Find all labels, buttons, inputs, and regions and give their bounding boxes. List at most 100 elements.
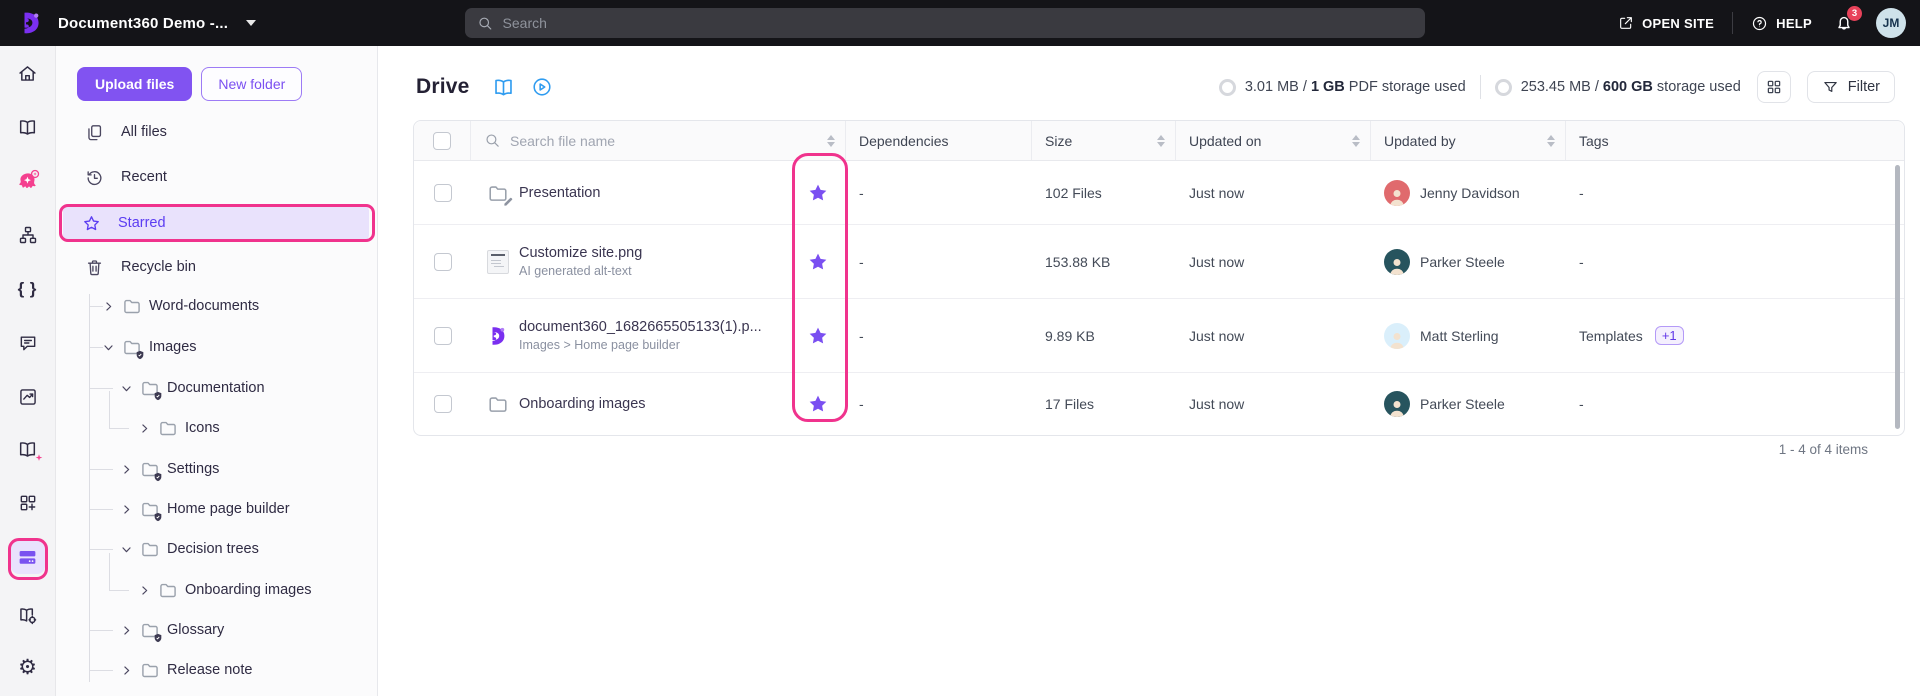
tags-column-header: Tags — [1579, 132, 1609, 149]
chevron-down-icon[interactable] — [120, 382, 133, 395]
brand[interactable]: Document360 Demo -... — [0, 10, 257, 36]
row-checkbox[interactable] — [433, 252, 452, 271]
row-checkbox[interactable] — [433, 183, 452, 202]
folder-icon — [486, 393, 510, 415]
tree-item-label: Decision trees — [167, 541, 259, 557]
tree-item-icons[interactable]: Icons — [56, 410, 373, 446]
sidebar-item-starred[interactable]: Starred — [63, 205, 369, 241]
user-avatar[interactable]: JM — [1876, 8, 1906, 38]
widgets-icon[interactable] — [11, 486, 45, 520]
notifications-button[interactable]: 3 — [1834, 6, 1862, 33]
tree-item-home-page-builder[interactable]: Home page builder — [56, 491, 373, 527]
tree-item-release-note[interactable]: Release note — [56, 652, 373, 688]
analytics-icon[interactable] — [11, 380, 45, 414]
folder-edit-icon — [486, 182, 510, 204]
project-title[interactable]: Document360 Demo -... — [58, 15, 228, 32]
size-value: 153.88 KB — [1045, 253, 1111, 270]
external-link-icon — [1618, 15, 1634, 31]
table-row[interactable]: Presentation - 102 Files Just now Jenny … — [414, 161, 1904, 225]
feedback-icon[interactable] — [11, 326, 45, 360]
grid-view-button[interactable] — [1756, 71, 1791, 103]
table-row[interactable]: Customize site.png AI generated alt-text … — [414, 225, 1904, 299]
chevron-down-icon[interactable] — [246, 20, 257, 26]
file-name-column-header[interactable] — [471, 121, 846, 160]
knowledge-base-settings-icon[interactable] — [11, 598, 45, 632]
tree-item-onboarding-images[interactable]: Onboarding images — [56, 572, 373, 608]
row-checkbox[interactable] — [433, 326, 452, 345]
starred-icon[interactable] — [807, 182, 829, 204]
video-tutorial-icon[interactable] — [531, 76, 553, 98]
documentation-ai-icon[interactable] — [11, 432, 45, 466]
open-site-button[interactable]: OPEN SITE — [1618, 15, 1714, 31]
chevron-right-icon[interactable] — [120, 503, 133, 516]
file-name[interactable]: Presentation — [519, 185, 600, 201]
row-checkbox[interactable] — [433, 395, 452, 413]
sidebar-item-recycle-bin[interactable]: Recycle bin — [66, 249, 367, 285]
shield-icon — [153, 633, 163, 643]
file-search-input[interactable] — [510, 132, 818, 149]
global-search[interactable] — [465, 8, 1425, 38]
tags-more-badge[interactable]: +1 — [1654, 326, 1684, 345]
starred-icon[interactable] — [807, 325, 829, 347]
home-icon[interactable] — [11, 56, 45, 90]
table-row[interactable]: document360_1682665505133(1).p... Images … — [414, 299, 1904, 373]
divider — [1479, 75, 1481, 99]
global-search-input[interactable] — [502, 15, 1413, 31]
table-scrollbar[interactable] — [1895, 165, 1900, 429]
storage-ring-icon — [1494, 78, 1512, 96]
chevron-down-icon[interactable] — [120, 543, 133, 556]
chevron-right-icon[interactable] — [102, 300, 115, 313]
updated-on-value: Just now — [1189, 327, 1245, 344]
pdf-storage-usage: 3.01 MB / 1 GB PDF storage used — [1218, 78, 1466, 96]
chevron-right-icon[interactable] — [120, 463, 133, 476]
size-column-header[interactable]: Size — [1032, 121, 1176, 160]
updated-by-value: Matt Sterling — [1420, 327, 1499, 344]
chevron-right-icon[interactable] — [138, 422, 151, 435]
knowledge-base-icon[interactable] — [11, 110, 45, 144]
sort-updated-on[interactable] — [1352, 134, 1360, 147]
updated-on-column-header[interactable]: Updated on — [1176, 121, 1371, 160]
file-name[interactable]: document360_1682665505133(1).p... — [519, 319, 762, 335]
icon-rail: { } ⚙ — [0, 46, 56, 696]
chevron-right-icon[interactable] — [120, 624, 133, 637]
starred-icon[interactable] — [807, 251, 829, 273]
sort-file-name[interactable] — [827, 134, 835, 147]
tree-item-word-documents[interactable]: Word-documents — [56, 288, 373, 324]
chevron-right-icon[interactable] — [138, 584, 151, 597]
updated-by-value: Parker Steele — [1420, 253, 1505, 270]
api-docs-icon[interactable]: { } — [11, 272, 45, 306]
history-icon — [85, 168, 104, 187]
sidebar-item-recent[interactable]: Recent — [66, 159, 367, 195]
file-name[interactable]: Onboarding images — [519, 396, 646, 412]
sidebar-item-all-files[interactable]: All files — [66, 114, 367, 150]
eddy-ai-icon[interactable] — [11, 164, 45, 198]
table-header-row: Dependencies Size Updated on Updated by … — [414, 121, 1904, 161]
file-name[interactable]: Customize site.png — [519, 245, 642, 261]
tree-item-glossary[interactable]: Glossary — [56, 612, 373, 648]
new-folder-button[interactable]: New folder — [201, 67, 303, 101]
starred-icon[interactable] — [807, 393, 829, 415]
table-row[interactable]: Onboarding images - 17 Files Just now Pa… — [414, 373, 1904, 435]
folder-icon — [140, 660, 160, 680]
tree-item-label: Settings — [167, 461, 220, 477]
tree-item-images[interactable]: Images — [56, 329, 373, 365]
filter-button[interactable]: Filter — [1806, 71, 1895, 103]
sort-size[interactable] — [1157, 134, 1165, 147]
chevron-down-icon[interactable] — [102, 341, 115, 354]
settings-icon[interactable]: ⚙ — [11, 650, 45, 684]
upload-files-button[interactable]: Upload files — [77, 67, 193, 101]
sidebar-item-label: Recycle bin — [121, 259, 196, 275]
tree-item-documentation[interactable]: Documentation — [56, 370, 373, 406]
tree-item-settings[interactable]: Settings — [56, 451, 373, 487]
workflow-icon[interactable] — [11, 218, 45, 252]
tree-item-decision-trees[interactable]: Decision trees — [56, 531, 373, 567]
search-icon — [477, 15, 494, 32]
docs-guide-icon[interactable] — [492, 76, 515, 99]
help-button[interactable]: HELP — [1751, 15, 1812, 32]
updated-by-column-header[interactable]: Updated by — [1371, 121, 1566, 160]
select-all-checkbox[interactable] — [433, 131, 451, 150]
file-subtitle: AI generated alt-text — [519, 264, 632, 278]
chevron-right-icon[interactable] — [120, 664, 133, 677]
drive-icon[interactable] — [10, 540, 45, 574]
sort-updated-by[interactable] — [1547, 134, 1555, 147]
